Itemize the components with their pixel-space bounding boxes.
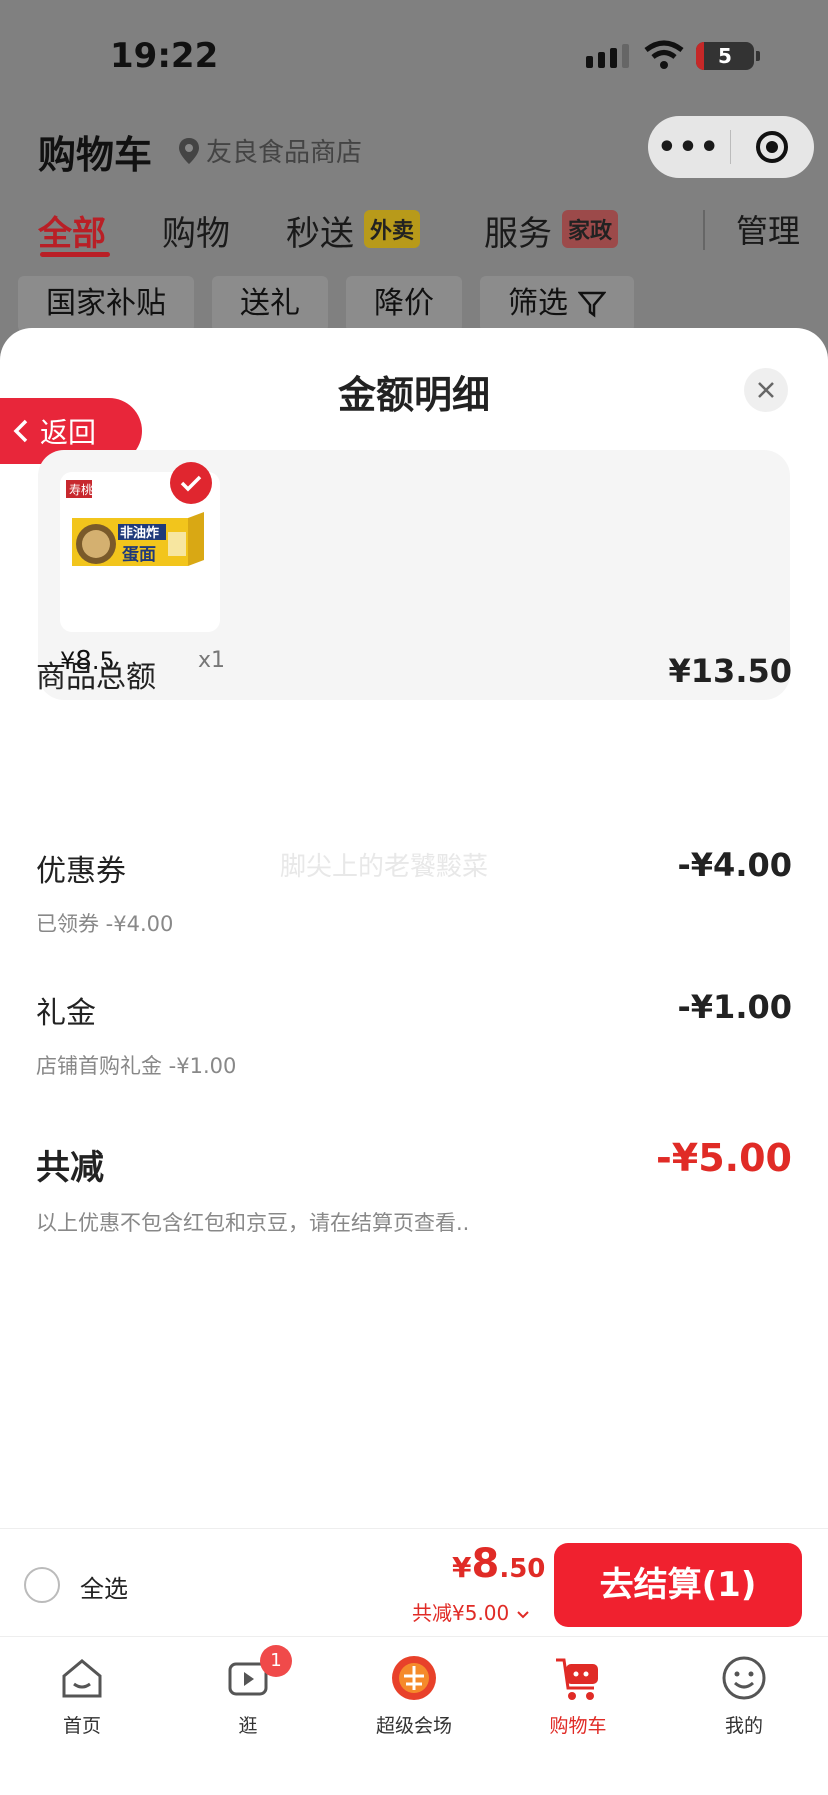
location-pin-icon (179, 137, 199, 164)
nav-home[interactable]: 首页 (22, 1651, 142, 1738)
browse-badge: 1 (260, 1645, 292, 1677)
select-all-label[interactable]: 全选 (80, 1569, 128, 1604)
back-label: 返回 (40, 416, 97, 449)
more-icon[interactable]: ••• (648, 130, 730, 165)
cart-icon (556, 1658, 598, 1700)
status-bar: 19:22 5 (0, 0, 828, 110)
nav-home-label: 首页 (62, 1715, 101, 1737)
coupon-detail: 已领券 -¥4.00 (36, 912, 174, 936)
gift-amount: -¥1.00 (677, 988, 793, 1026)
tab-all[interactable]: 全部 (38, 206, 106, 255)
pay-price: ¥8.50 (452, 1541, 545, 1587)
checkout-button[interactable]: 去结算(1) (554, 1543, 802, 1627)
tab-indicator (40, 252, 110, 257)
super-venue-icon (392, 1656, 436, 1700)
tab-shopping[interactable]: 购物 (162, 206, 230, 255)
profile-icon (722, 1656, 766, 1700)
gift-detail: 店铺首购礼金 -¥1.00 (36, 1054, 237, 1078)
package-label-1: 非油炸 (120, 525, 159, 541)
total-discount-row: 共减 -¥5.00 以上优惠不包含红包和京豆，请在结算页查看.. (36, 1136, 792, 1237)
nav-mine[interactable]: 我的 (684, 1651, 804, 1738)
chip-gift[interactable]: 送礼 (212, 276, 328, 332)
miniapp-capsule: ••• (648, 116, 814, 178)
selected-check-icon[interactable] (170, 462, 212, 504)
total-discount-note: 以上优惠不包含红包和京豆，请在结算页查看.. (36, 1211, 470, 1235)
select-all-radio[interactable] (24, 1567, 60, 1603)
filter-chips: 国家补贴 送礼 降价 筛选 (18, 276, 634, 332)
pay-price-currency: ¥ (452, 1551, 472, 1584)
nav-browse[interactable]: 1 逛 (188, 1645, 308, 1738)
tab-express[interactable]: 秒送 (286, 206, 354, 255)
category-tabs: 全部 购物 秒送 外卖 服务 家政 管理 (0, 200, 828, 270)
home-icon (62, 1659, 102, 1698)
coupon-row: 优惠券 -¥4.00 已领券 -¥4.00 (36, 846, 792, 938)
nav-super-label: 超级会场 (375, 1715, 452, 1737)
chip-price-drop[interactable]: 降价 (346, 276, 462, 332)
package-label-2: 蛋面 (122, 545, 156, 565)
tab-service[interactable]: 服务 (484, 206, 552, 255)
nav-browse-label: 逛 (238, 1715, 258, 1737)
brand-logo-text: 寿桃 (69, 482, 93, 497)
wifi-icon (644, 40, 684, 69)
battery-level: 5 (718, 44, 732, 68)
filter-icon (578, 291, 606, 318)
chip-filter[interactable]: 筛选 (480, 276, 634, 332)
nav-cart[interactable]: 购物车 (518, 1651, 638, 1738)
gift-row: 礼金 -¥1.00 店铺首购礼金 -¥1.00 (36, 988, 792, 1080)
coupon-amount: -¥4.00 (677, 846, 793, 884)
pay-price-dec: .50 (499, 1554, 546, 1584)
subtotal-amount: ¥13.50 (668, 652, 792, 690)
chip-subsidy[interactable]: 国家补贴 (18, 276, 194, 332)
total-discount-amount: -¥5.00 (656, 1136, 792, 1180)
store-selector[interactable]: 友良食品商店 (178, 132, 362, 169)
battery-icon: 5 (696, 42, 760, 70)
chevron-left-icon (13, 419, 28, 443)
nav-mine-label: 我的 (724, 1715, 763, 1737)
signal-icon (586, 44, 629, 68)
subtotal-row: 商品总额 ¥13.50 (36, 652, 792, 696)
page-title: 购物车 (38, 133, 153, 177)
close-miniapp-icon[interactable] (731, 130, 813, 164)
tag-housekeeping: 家政 (562, 210, 619, 248)
header: 购物车 友良食品商店 ••• (0, 110, 828, 200)
checkout-bar: 全选 ¥8.50 共减¥5.00 去结算(1) (0, 1528, 828, 1636)
nav-super[interactable]: 超级会场 (354, 1651, 474, 1738)
bottom-nav: 首页 1 逛 超级会场 购物车 我的 (0, 1636, 828, 1795)
tag-takeout: 外卖 (364, 210, 421, 248)
saved-amount-label: 共减¥5.00 (412, 1601, 510, 1625)
nav-cart-label: 购物车 (549, 1715, 607, 1737)
status-time: 19:22 (110, 36, 219, 76)
store-name: 友良食品商店 (206, 138, 363, 168)
close-icon (758, 382, 774, 398)
manage-button[interactable]: 管理 (736, 206, 800, 252)
chip-filter-label: 筛选 (508, 286, 568, 321)
saved-amount[interactable]: 共减¥5.00 (412, 1597, 530, 1626)
chevron-down-icon (516, 1611, 529, 1619)
tab-divider (703, 210, 705, 250)
close-button[interactable] (744, 368, 788, 412)
pay-price-int: 8 (471, 1541, 500, 1587)
